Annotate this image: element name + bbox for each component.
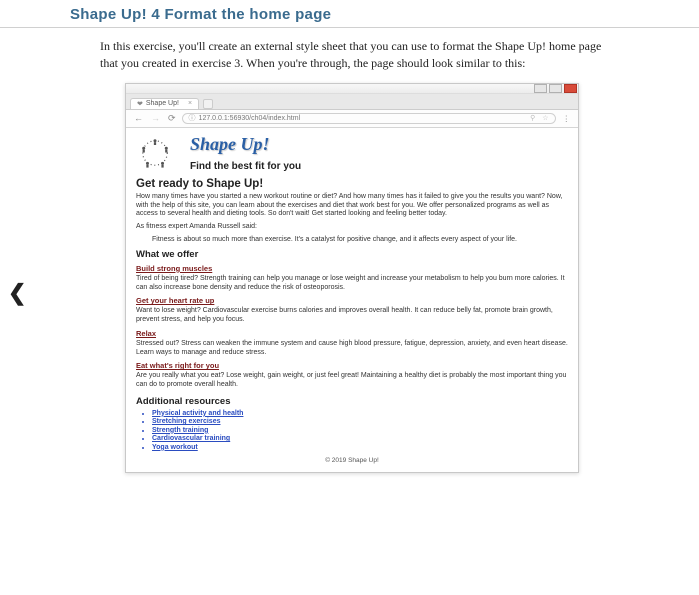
paragraph-expert: As fitness expert Amanda Russell said:: [136, 223, 568, 232]
search-icon[interactable]: ⚲: [530, 114, 535, 122]
paragraph-ready: How many times have you started a new wo…: [136, 193, 568, 219]
new-tab-button[interactable]: [203, 99, 213, 109]
tab-title: Shape Up!: [146, 100, 179, 107]
offer-body-muscles: Tired of being tired? Strength training …: [136, 275, 568, 293]
site-info-icon[interactable]: ⓘ: [189, 113, 196, 123]
tab-close-icon[interactable]: ×: [188, 100, 192, 107]
bookmark-star-icon[interactable]: ☆: [542, 114, 548, 122]
offer-link-eat[interactable]: Eat what's right for you: [136, 361, 568, 370]
hero: Shape Up! Find the best fit for you: [136, 134, 568, 172]
offer-link-heart[interactable]: Get your heart rate up: [136, 296, 568, 305]
browser-tab[interactable]: ❤ Shape Up! ×: [130, 98, 199, 109]
resource-link[interactable]: Physical activity and health: [152, 410, 568, 417]
hero-subtitle: Find the best fit for you: [190, 161, 301, 172]
heading-get-ready: Get ready to Shape Up!: [136, 178, 568, 190]
window-close-icon[interactable]: [564, 84, 577, 93]
offer-link-muscles[interactable]: Build strong muscles: [136, 264, 568, 273]
tab-strip: ❤ Shape Up! ×: [126, 94, 578, 110]
blockquote: Fitness is about so much more than exerc…: [152, 236, 568, 243]
resource-link[interactable]: Stretching exercises: [152, 418, 568, 425]
window-titlebar: [126, 84, 578, 94]
browser-window: ❤ Shape Up! × ← → ⟳ ⓘ 127.0.0.1:56930/ch…: [125, 83, 579, 473]
offer-link-relax[interactable]: Relax: [136, 329, 568, 338]
resources-list: Physical activity and health Stretching …: [152, 410, 568, 451]
heading-resources: Additional resources: [136, 396, 568, 407]
window-maximize-icon[interactable]: [549, 84, 562, 93]
reload-icon[interactable]: ⟳: [166, 113, 178, 124]
exercise-intro: In this exercise, you'll create an exter…: [0, 28, 699, 79]
back-icon[interactable]: ←: [132, 113, 145, 123]
logo-people-circle-icon: [136, 137, 174, 169]
resource-link[interactable]: Cardiovascular training: [152, 435, 568, 442]
kebab-menu-icon[interactable]: ⋮: [560, 114, 573, 123]
window-minimize-icon[interactable]: [534, 84, 547, 93]
offer-body-heart: Want to lose weight? Cardiovascular exer…: [136, 307, 568, 325]
heading-offer: What we offer: [136, 249, 568, 260]
page-body: Shape Up! Find the best fit for you Get …: [126, 128, 578, 472]
resource-link[interactable]: Yoga workout: [152, 444, 568, 451]
offer-body-relax: Stressed out? Stress can weaken the immu…: [136, 340, 568, 358]
page-title: Shape Up! 4 Format the home page: [0, 0, 699, 28]
resource-link[interactable]: Strength training: [152, 427, 568, 434]
hero-title: Shape Up!: [190, 134, 301, 155]
offer-body-eat: Are you really what you eat? Lose weight…: [136, 372, 568, 390]
prev-arrow-icon[interactable]: ❮: [8, 280, 26, 306]
address-row: ← → ⟳ ⓘ 127.0.0.1:56930/ch04/index.html …: [126, 110, 578, 128]
forward-icon[interactable]: →: [149, 113, 162, 123]
page-footer: © 2019 Shape Up!: [136, 457, 568, 464]
address-bar[interactable]: ⓘ 127.0.0.1:56930/ch04/index.html ⚲ ☆: [182, 113, 556, 124]
url-text: 127.0.0.1:56930/ch04/index.html: [199, 115, 301, 122]
favicon-icon: ❤: [137, 100, 143, 108]
